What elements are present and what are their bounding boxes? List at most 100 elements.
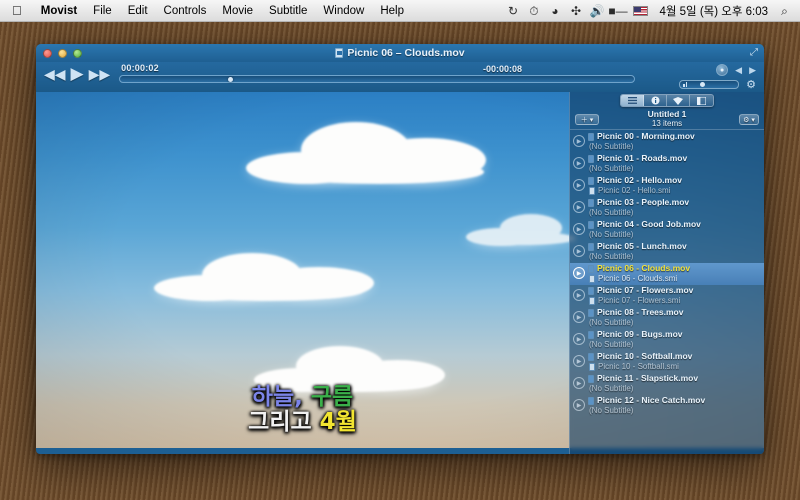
playlist-row[interactable]: ▶Picnic 04 - Good Job.mov(No Subtitle) [570, 219, 764, 241]
play-indicator-icon[interactable]: ▶ [573, 267, 585, 279]
volume-slider-knob[interactable] [700, 82, 705, 87]
playlist-row-texts: Picnic 08 - Trees.mov(No Subtitle) [585, 307, 764, 328]
wifi-icon[interactable]: ◕ [544, 0, 565, 22]
timemachine-icon[interactable]: ⏱ [523, 0, 544, 22]
previous-button[interactable]: ◀◀ [44, 67, 66, 81]
playlist-row-texts: Picnic 02 - Hello.movPicnic 02 - Hello.s… [585, 175, 764, 196]
playlist-row[interactable]: ▶Picnic 02 - Hello.movPicnic 02 - Hello.… [570, 175, 764, 197]
play-indicator-icon[interactable]: ▶ [573, 135, 585, 147]
play-indicator-icon[interactable]: ▶ [573, 333, 585, 345]
play-indicator-icon[interactable]: ▶ [573, 223, 585, 235]
movie-file-icon [588, 221, 594, 229]
menu-item-help[interactable]: Help [372, 0, 412, 22]
playlist-row[interactable]: ▶Picnic 11 - Slapstick.mov(No Subtitle) [570, 373, 764, 395]
playlist-row[interactable]: ▶Picnic 12 - Nice Catch.mov(No Subtitle) [570, 395, 764, 417]
fullscreen-icon[interactable]: ⤢ [750, 47, 758, 58]
menu-item-movie[interactable]: Movie [214, 0, 261, 22]
play-indicator-icon[interactable]: ▶ [573, 201, 585, 213]
movie-file-icon [588, 309, 594, 317]
movie-file-icon [588, 243, 594, 251]
playlist-row[interactable]: ▶Picnic 05 - Lunch.mov(No Subtitle) [570, 241, 764, 263]
play-indicator-icon[interactable]: ▶ [573, 311, 585, 323]
apple-menu-icon[interactable]:  [0, 4, 33, 17]
info-icon[interactable] [644, 95, 667, 106]
movie-file-icon [588, 353, 594, 361]
playlist-row-texts: Picnic 09 - Bugs.mov(No Subtitle) [585, 329, 764, 350]
playlist-row-texts: Picnic 10 - Softball.movPicnic 10 - Soft… [585, 351, 764, 372]
play-indicator-icon[interactable]: ▶ [573, 377, 585, 389]
playlist-item-title: Picnic 04 - Good Job.mov [588, 219, 764, 230]
play-indicator-icon[interactable]: ▶ [573, 245, 585, 257]
play-button[interactable]: ▶ [71, 65, 84, 82]
menu-bar-clock[interactable]: 4월 5일 (목) 오후 6:03 [653, 3, 774, 19]
playlist-name: Untitled 1 [648, 110, 687, 119]
movie-file-icon [588, 265, 594, 273]
transport-controls: ◀◀ ▶ ▶▶ [44, 62, 110, 82]
playback-control-bar: ◀◀ ▶ ▶▶ 00:00:02 -00:00:08 ● ◀ ▶ [36, 62, 764, 92]
speaker-icon[interactable]: ● [716, 64, 728, 76]
split-pane-icon[interactable] [690, 95, 713, 106]
playlist-item-title: Picnic 03 - People.mov [588, 197, 764, 208]
play-indicator-icon[interactable]: ▶ [573, 355, 585, 367]
movie-file-icon [588, 397, 594, 405]
playlist-item-title: Picnic 11 - Slapstick.mov [588, 373, 764, 384]
gear-icon[interactable]: ⚙ [746, 78, 756, 91]
playlist-row[interactable]: ▶Picnic 06 - Clouds.movPicnic 06 - Cloud… [570, 263, 764, 285]
battery-icon[interactable]: ■— [607, 0, 628, 22]
play-indicator-icon[interactable]: ▶ [573, 179, 585, 191]
movie-file-icon [588, 199, 594, 207]
playlist-items-list[interactable]: ▶Picnic 00 - Morning.mov(No Subtitle)▶Pi… [570, 130, 764, 454]
playlist-row[interactable]: ▶Picnic 09 - Bugs.mov(No Subtitle) [570, 329, 764, 351]
playlist-row[interactable]: ▶Picnic 10 - Softball.movPicnic 10 - Sof… [570, 351, 764, 373]
play-indicator-icon[interactable]: ▶ [573, 289, 585, 301]
bluetooth-icon[interactable]: ✣ [565, 0, 586, 22]
window-title-bar[interactable]: Picnic 06 – Clouds.mov ⤢ [36, 44, 764, 62]
search-icon[interactable]: ⌕ [774, 0, 795, 22]
playlist-item-subtitle: Picnic 07 - Flowers.smi [588, 296, 764, 306]
playlist-row-texts: Picnic 11 - Slapstick.mov(No Subtitle) [585, 373, 764, 394]
play-indicator-icon[interactable]: ▶ [573, 399, 585, 411]
playlist-row[interactable]: ▶Picnic 01 - Roads.mov(No Subtitle) [570, 153, 764, 175]
playlist-row[interactable]: ▶Picnic 03 - People.mov(No Subtitle) [570, 197, 764, 219]
sync-icon[interactable]: ↻ [502, 0, 523, 22]
menu-item-subtitle[interactable]: Subtitle [261, 0, 315, 22]
volume-slider[interactable] [679, 80, 739, 89]
playlist-row[interactable]: ▶Picnic 07 - Flowers.movPicnic 07 - Flow… [570, 285, 764, 307]
us-flag-icon[interactable] [633, 6, 648, 16]
subtitle-file-icon [589, 187, 595, 195]
playlist-item-subtitle: (No Subtitle) [588, 318, 764, 328]
volume-up-icon[interactable]: ▶ [749, 65, 756, 76]
playlist-view-segmented-control[interactable] [620, 94, 714, 107]
subtitle-icon[interactable] [667, 95, 690, 106]
playlist-item-title: Picnic 12 - Nice Catch.mov [588, 395, 764, 406]
menu-item-window[interactable]: Window [315, 0, 372, 22]
playlist-row[interactable]: ▶Picnic 00 - Morning.mov(No Subtitle) [570, 131, 764, 153]
playlist-item-title: Picnic 01 - Roads.mov [588, 153, 764, 164]
menu-item-file[interactable]: File [85, 0, 120, 22]
movie-file-icon [588, 331, 594, 339]
playlist-item-subtitle: (No Subtitle) [588, 406, 764, 416]
playlist-row-texts: Picnic 07 - Flowers.movPicnic 07 - Flowe… [585, 285, 764, 306]
volume-down-icon[interactable]: ◀ [735, 65, 742, 76]
subtitle-line2-part2: 4월 [320, 409, 357, 435]
seek-slider[interactable] [119, 75, 635, 83]
menu-item-edit[interactable]: Edit [120, 0, 156, 22]
play-indicator-icon[interactable]: ▶ [573, 157, 585, 169]
menu-item-movist[interactable]: Movist [33, 0, 85, 22]
next-button[interactable]: ▶▶ [89, 67, 111, 81]
volume-level-icon [683, 82, 687, 87]
playlist-item-subtitle: (No Subtitle) [588, 384, 764, 394]
volume-icon[interactable]: 🔊 [586, 0, 607, 22]
playlist-item-subtitle: (No Subtitle) [588, 230, 764, 240]
menu-item-controls[interactable]: Controls [156, 0, 215, 22]
movie-document-icon [335, 48, 343, 58]
playlist-add-remove-button[interactable]: ＋ ▾ [575, 114, 599, 125]
subtitle-line2-part1: 그리고 [248, 409, 311, 435]
seek-slider-knob[interactable] [228, 77, 233, 82]
playlist-item-subtitle: (No Subtitle) [588, 340, 764, 350]
list-icon[interactable] [621, 95, 644, 106]
playlist-action-menu-button[interactable]: ⚙ ▾ [739, 114, 759, 125]
playlist-row[interactable]: ▶Picnic 08 - Trees.mov(No Subtitle) [570, 307, 764, 329]
playlist-row-texts: Picnic 00 - Morning.mov(No Subtitle) [585, 131, 764, 152]
subtitle-file-icon [589, 275, 595, 283]
